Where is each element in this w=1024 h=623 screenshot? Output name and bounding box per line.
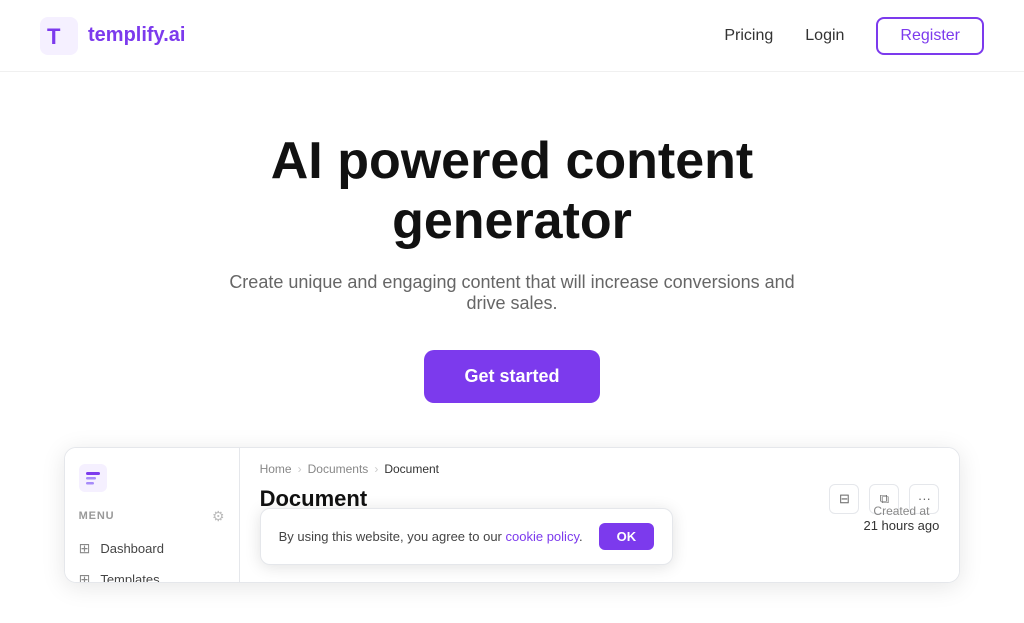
breadcrumb-sep-2: › — [374, 462, 378, 476]
settings-icon[interactable]: ⚙ — [212, 508, 225, 525]
dashboard-icon: ⊞ — [79, 540, 91, 557]
cookie-ok-button[interactable]: OK — [599, 523, 655, 550]
sidebar-app-icon — [79, 464, 107, 492]
menu-label: MENU — [79, 510, 115, 522]
preview-main-content: Home › Documents › Document Document ⊟ ⧉… — [240, 448, 960, 582]
sidebar-item-templates[interactable]: ⊞ Templates — [65, 564, 239, 583]
register-button[interactable]: Register — [876, 17, 984, 55]
templates-icon: ⊞ — [79, 571, 91, 583]
svg-text:T: T — [47, 24, 61, 49]
sidebar-item-dashboard[interactable]: ⊞ Dashboard — [65, 533, 239, 564]
logo-area[interactable]: T templify.ai — [40, 17, 185, 55]
breadcrumb-home: Home — [260, 462, 292, 476]
site-header: T templify.ai Pricing Login Register — [0, 0, 1024, 72]
breadcrumb-sep-1: › — [298, 462, 302, 476]
created-at-time: 21 hours ago — [863, 518, 939, 533]
cookie-banner: By using this website, you agree to our … — [260, 508, 674, 565]
sidebar-menu-row: MENU ⚙ — [65, 504, 239, 533]
breadcrumb-current: Document — [384, 462, 439, 476]
sidebar-logo-row — [65, 460, 239, 504]
sidebar-templates-label: Templates — [100, 572, 159, 583]
breadcrumb: Home › Documents › Document — [260, 462, 940, 476]
logo-icon: T — [40, 17, 78, 55]
breadcrumb-documents: Documents — [308, 462, 369, 476]
preview-sidebar: MENU ⚙ ⊞ Dashboard ⊞ Templates — [65, 448, 240, 582]
cookie-policy-link[interactable]: cookie policy — [506, 529, 579, 544]
pricing-link[interactable]: Pricing — [724, 27, 773, 45]
login-link[interactable]: Login — [805, 27, 844, 45]
save-icon-button[interactable]: ⊟ — [829, 484, 859, 514]
preview-window: MENU ⚙ ⊞ Dashboard ⊞ Templates Home › Do… — [64, 447, 961, 583]
created-at-panel: Created at 21 hours ago — [863, 504, 939, 533]
created-at-label: Created at — [863, 504, 939, 518]
sidebar-dashboard-label: Dashboard — [100, 541, 164, 556]
cookie-text: By using this website, you agree to our … — [279, 529, 583, 544]
hero-section: AI powered content generator Create uniq… — [0, 72, 1024, 623]
main-nav: Pricing Login Register — [724, 17, 984, 55]
logo-text: templify.ai — [88, 24, 185, 47]
hero-title: AI powered content generator — [162, 132, 862, 252]
get-started-button[interactable]: Get started — [424, 350, 599, 403]
hero-subtitle: Create unique and engaging content that … — [222, 272, 802, 314]
